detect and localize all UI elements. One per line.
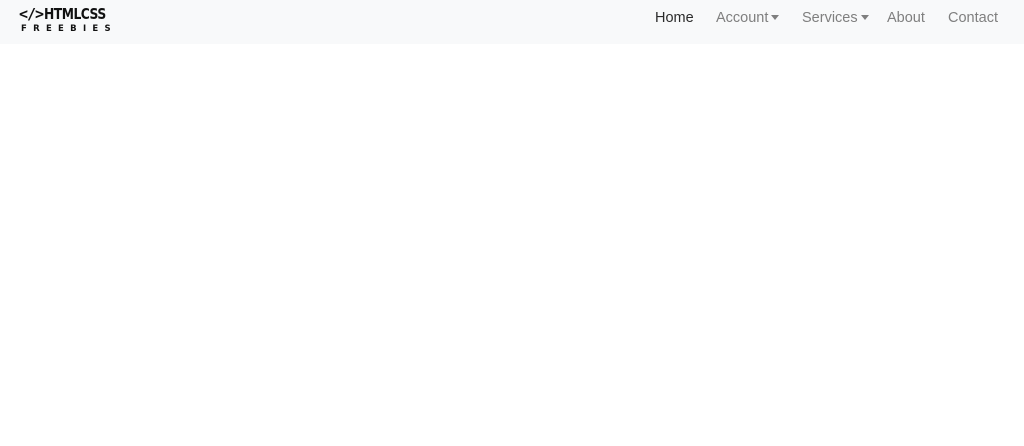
- nav-about-label: About: [887, 10, 925, 26]
- caret-down-icon: [860, 14, 869, 20]
- nav-services-dropdown[interactable]: Services: [802, 9, 869, 27]
- brand-subtitle: FREEBIES: [21, 24, 117, 34]
- nav-account-dropdown[interactable]: Account: [716, 9, 780, 27]
- nav-services-label: Services: [802, 10, 858, 26]
- page-content: [0, 44, 1024, 446]
- navbar: </> HTMLCSS FREEBIES Home Account Service…: [0, 0, 1024, 44]
- nav-home-label: Home: [655, 10, 694, 26]
- nav-home-link[interactable]: Home: [655, 9, 694, 27]
- caret-down-icon: [771, 14, 780, 20]
- brand-logo: </> HTMLCSS: [19, 4, 119, 24]
- brand-name: HTMLCSS: [44, 5, 106, 23]
- brand-logo-link[interactable]: </> HTMLCSS FREEBIES: [19, 4, 111, 36]
- nav-about-link[interactable]: About: [887, 9, 925, 27]
- nav-contact-label: Contact: [948, 10, 998, 26]
- nav-contact-link[interactable]: Contact: [948, 9, 998, 27]
- code-icon: </>: [19, 5, 44, 23]
- nav-account-label: Account: [716, 10, 769, 26]
